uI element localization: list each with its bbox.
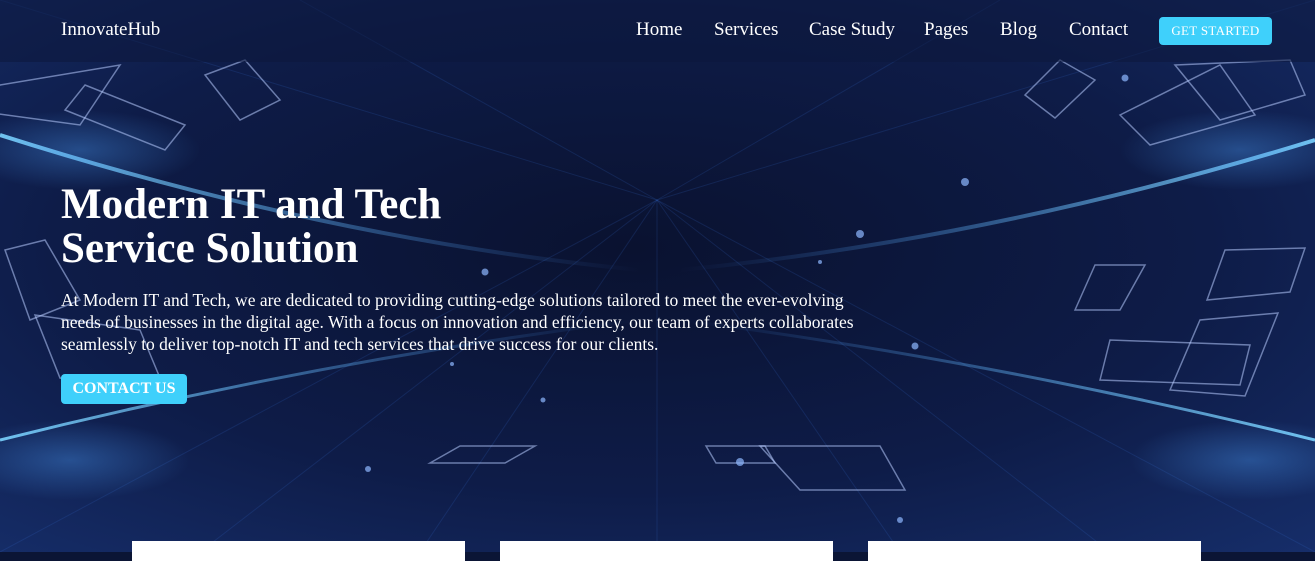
feature-card [132, 541, 465, 561]
nav-link-blog[interactable]: Blog [1000, 19, 1037, 41]
hero-title: Modern IT and Tech Service Solution [61, 183, 581, 271]
nav-link-services[interactable]: Services [714, 19, 778, 41]
nav-link-contact[interactable]: Contact [1069, 19, 1128, 41]
nav-links: Home Services Case Study Pages Blog Cont… [0, 19, 1315, 43]
nav-link-case-study[interactable]: Case Study [809, 19, 895, 41]
hero-description: At Modern IT and Tech, we are dedicated … [61, 290, 854, 354]
get-started-button[interactable]: GET STARTED [1159, 17, 1272, 45]
hero-background [0, 0, 1315, 552]
nav-link-home[interactable]: Home [636, 19, 682, 41]
feature-card [500, 541, 833, 561]
feature-card [868, 541, 1201, 561]
nav-link-pages[interactable]: Pages [924, 19, 968, 41]
hero-title-line-2: Service Solution [61, 225, 359, 272]
hero-title-line-1: Modern IT and Tech [61, 181, 442, 228]
contact-us-button[interactable]: CONTACT US [61, 374, 187, 404]
navbar: InnovateHub Home Services Case Study Pag… [0, 0, 1315, 62]
